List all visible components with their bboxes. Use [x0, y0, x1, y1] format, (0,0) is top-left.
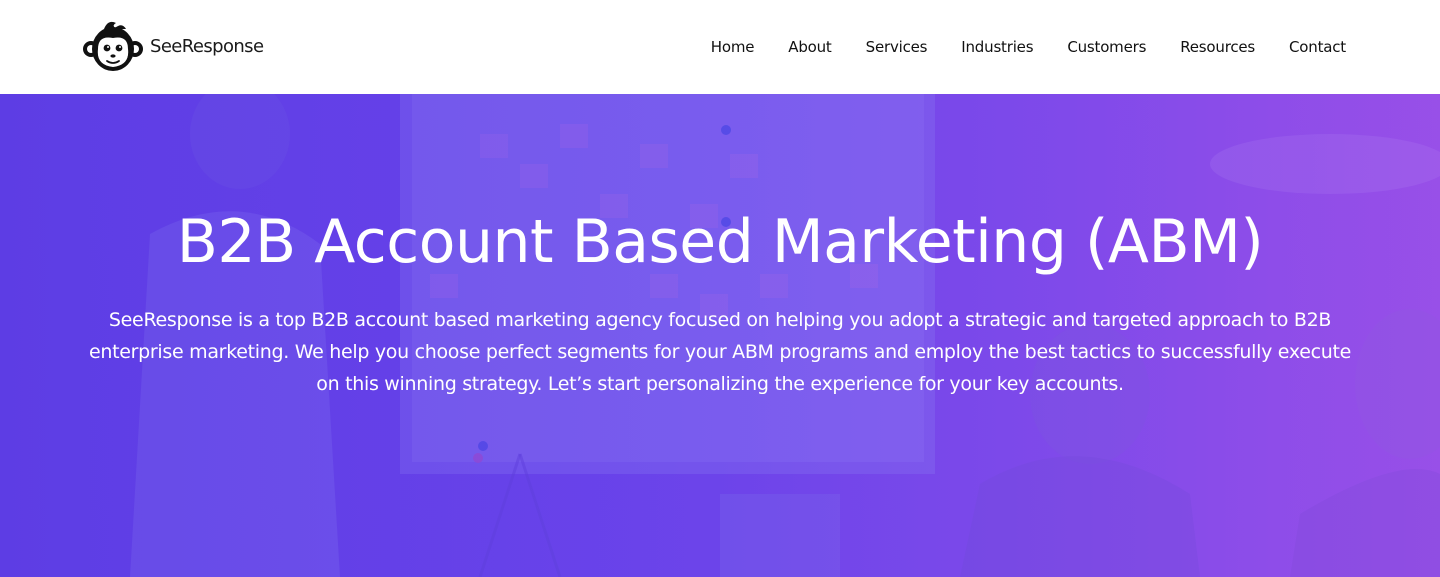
nav-item-home[interactable]: Home: [711, 37, 755, 57]
nav-item-customers[interactable]: Customers: [1067, 37, 1146, 57]
hero-section: B2B Account Based Marketing (ABM) SeeRes…: [0, 94, 1440, 577]
page-title: B2B Account Based Marketing (ABM): [176, 207, 1264, 277]
hero-description: SeeResponse is a top B2B account based m…: [88, 309, 1352, 395]
monkey-head-icon: [83, 21, 143, 71]
nav-item-industries[interactable]: Industries: [961, 37, 1033, 57]
site-logo[interactable]: SeeResponse: [82, 19, 264, 75]
logo-wordmark: SeeResponse: [150, 35, 264, 57]
site-header: SeeResponse Home About Services Industri…: [0, 0, 1440, 94]
main-nav: Home About Services Industries Customers…: [711, 37, 1346, 57]
nav-item-about[interactable]: About: [788, 37, 832, 57]
nav-item-resources[interactable]: Resources: [1180, 37, 1255, 57]
nav-item-services[interactable]: Services: [866, 37, 928, 57]
nav-item-contact[interactable]: Contact: [1289, 37, 1346, 57]
